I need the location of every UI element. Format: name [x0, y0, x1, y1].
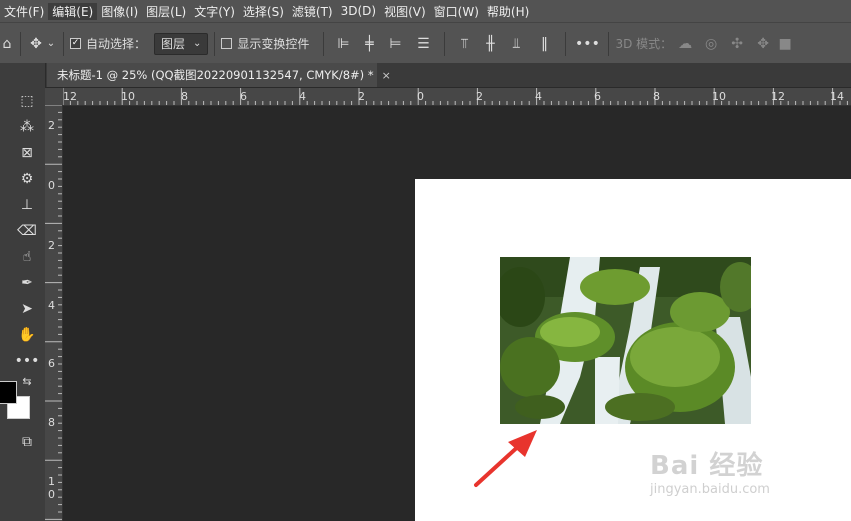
baidu-jingyan-watermark: Bai 经验 jingyan.baidu.com — [650, 445, 770, 497]
watermark-url: jingyan.baidu.com — [650, 482, 770, 497]
annotation-arrow — [474, 430, 537, 487]
baidu-logo-text: Bai 经验 — [650, 451, 764, 481]
